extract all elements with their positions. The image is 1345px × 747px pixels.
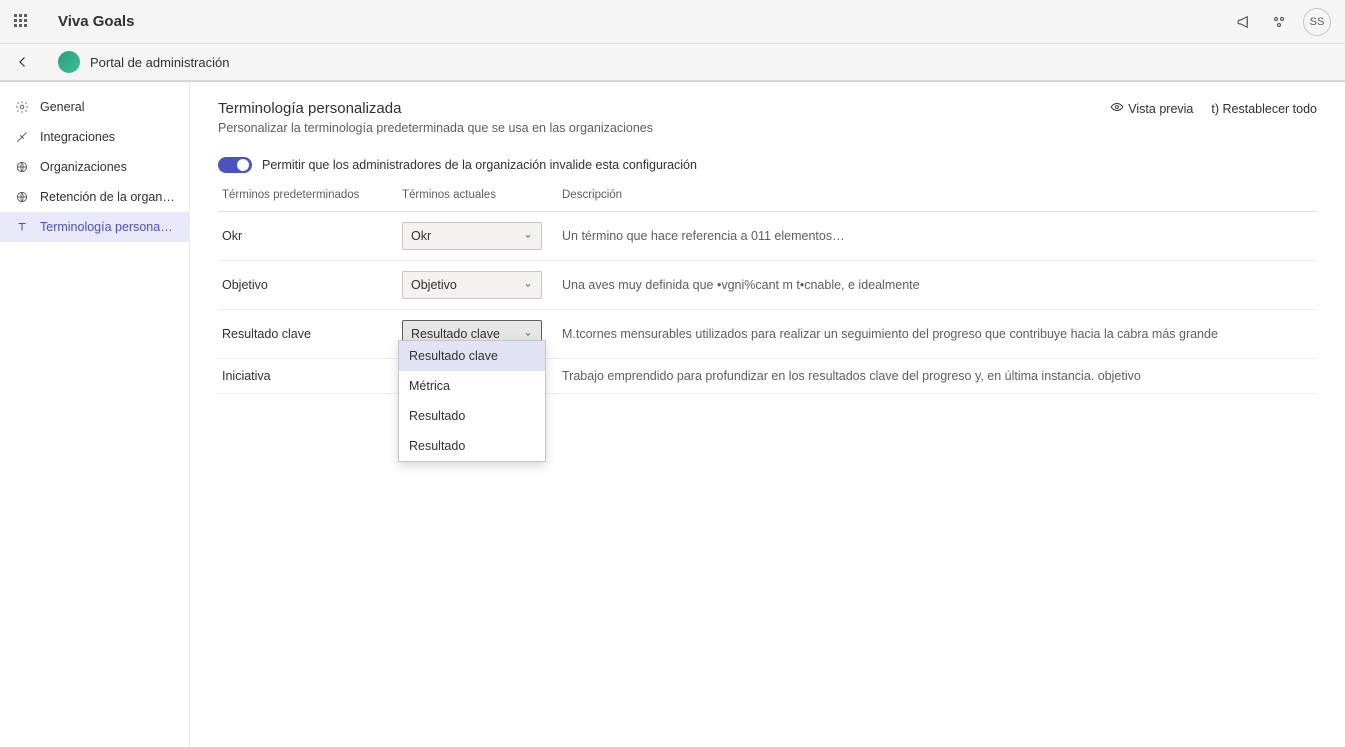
app-launcher-icon[interactable]: [14, 14, 30, 30]
term-default: Iniciativa: [218, 359, 398, 393]
globe-icon: [14, 189, 30, 205]
dropdown-option[interactable]: Resultado: [399, 401, 545, 431]
settings-cluster-icon[interactable]: [1269, 12, 1289, 32]
term-dropdown: Resultado clave Métrica Resultado Result…: [398, 340, 546, 462]
term-select-objetivo[interactable]: Objetivo: [402, 271, 542, 299]
override-toggle-label: Permitir que los administradores de la o…: [262, 158, 697, 172]
term-description: Un término que hace referencia a 011 ele…: [558, 219, 1317, 253]
sidebar-item-label: Terminología personalizada: [40, 220, 175, 234]
col-default-terms: Términos predeterminados: [218, 179, 398, 211]
col-description: Descripción: [558, 179, 1317, 211]
reset-label: t) Restablecer todo: [1211, 102, 1317, 116]
chevron-down-icon: [523, 231, 533, 241]
table-header: Términos predeterminados Términos actual…: [218, 179, 1317, 212]
app-title: Viva Goals: [58, 13, 134, 30]
table-row: Iniciativa Trabajo emprendido para profu…: [218, 359, 1317, 394]
terminology-table: Términos predeterminados Términos actual…: [218, 179, 1317, 394]
term-default: Objetivo: [218, 268, 398, 302]
preview-button[interactable]: Vista previa: [1110, 100, 1193, 117]
sidebar-item-general[interactable]: General: [0, 92, 189, 122]
sidebar-item-integrations[interactable]: Integraciones: [0, 122, 189, 152]
sidebar-item-organizations[interactable]: Organizaciones: [0, 152, 189, 182]
main-content: Terminología personalizada Personalizar …: [190, 82, 1345, 747]
eye-icon: [1110, 100, 1124, 117]
term-select-okr[interactable]: Okr: [402, 222, 542, 250]
chevron-down-icon: [523, 329, 533, 339]
term-description: M.tcornes mensurables utilizados para re…: [558, 317, 1317, 351]
dropdown-option[interactable]: Resultado clave: [399, 341, 545, 371]
sidebar-item-label: Retención de la organización: [40, 190, 175, 204]
reset-all-button[interactable]: t) Restablecer todo: [1211, 102, 1317, 116]
page-subtitle: Personalizar la terminología predetermin…: [218, 121, 1110, 135]
back-arrow-icon[interactable]: [14, 53, 32, 71]
term-default: Resultado clave: [218, 317, 398, 351]
select-value: Okr: [411, 229, 431, 243]
globe-icon: [14, 159, 30, 175]
top-bar: Viva Goals SS: [0, 0, 1345, 44]
sidebar-item-label: Integraciones: [40, 130, 115, 144]
select-value: Resultado clave: [411, 327, 500, 341]
plug-icon: [14, 129, 30, 145]
viva-goals-logo-icon: [58, 51, 80, 73]
dropdown-option[interactable]: Métrica: [399, 371, 545, 401]
portal-title: Portal de administración: [90, 55, 229, 70]
sidebar-item-label: General: [40, 100, 84, 114]
override-toggle[interactable]: [218, 157, 252, 173]
chevron-down-icon: [523, 280, 533, 290]
page-title: Terminología personalizada: [218, 100, 1110, 117]
letter-t-icon: [14, 219, 30, 235]
sidebar-item-label: Organizaciones: [40, 160, 127, 174]
table-row: Okr Okr Un término que hace referencia a…: [218, 212, 1317, 261]
sidebar: General Integraciones Organizaciones Ret…: [0, 82, 190, 747]
preview-label: Vista previa: [1128, 102, 1193, 116]
sidebar-item-terminology[interactable]: Terminología personalizada: [0, 212, 189, 242]
dropdown-option[interactable]: Resultado: [399, 431, 545, 461]
table-row: Resultado clave Resultado clave Resultad…: [218, 310, 1317, 359]
sub-bar: Portal de administración: [0, 44, 1345, 82]
megaphone-icon[interactable]: [1235, 12, 1255, 32]
term-default: Okr: [218, 219, 398, 253]
select-value: Objetivo: [411, 278, 457, 292]
user-avatar[interactable]: SS: [1303, 8, 1331, 36]
table-row: Objetivo Objetivo Una aves muy definida …: [218, 261, 1317, 310]
col-current-terms: Términos actuales: [398, 179, 558, 211]
sidebar-item-org-retention[interactable]: Retención de la organización: [0, 182, 189, 212]
term-description: Una aves muy definida que •vgni%cant m t…: [558, 268, 1317, 302]
term-description: Trabajo emprendido para profundizar en l…: [558, 359, 1317, 393]
gear-icon: [14, 99, 30, 115]
